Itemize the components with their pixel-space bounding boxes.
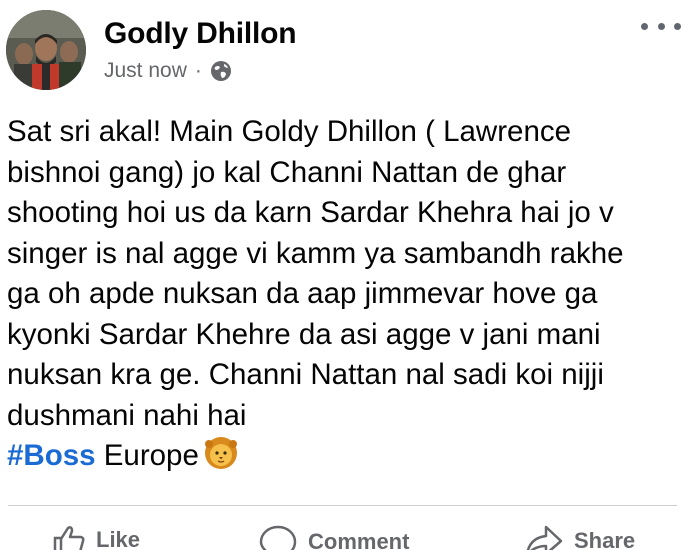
share-label: Share: [574, 528, 636, 550]
author-name[interactable]: Godly Dhillon: [104, 16, 297, 52]
lion-face-emoji-icon: [203, 436, 239, 470]
post-meta: Godly Dhillon Just now ·: [104, 16, 297, 84]
comment-button[interactable]: Comment: [258, 524, 409, 550]
like-label: Like: [96, 527, 141, 550]
thumbs-up-icon: [53, 526, 85, 550]
post-line: ga oh apde nuksan da aap jimmevar hove g…: [7, 277, 598, 310]
post-line: shooting hoi us da karn Sardar Khehra ha…: [7, 196, 614, 229]
share-button[interactable]: Share: [524, 524, 635, 550]
like-button[interactable]: Like: [52, 524, 140, 550]
avatar-photo: [6, 10, 86, 90]
post-line: singer is nal agge vi kamm ya sambandh r…: [7, 236, 624, 270]
hashtag-line: #Boss Europe: [7, 436, 677, 477]
post-line: kyonki Sardar Khehre da asi agge v jani …: [7, 317, 601, 351]
more-options-icon[interactable]: [641, 16, 681, 36]
facebook-post: Godly Dhillon Just now · Sat sri akal! M: [0, 0, 685, 550]
separator-dot: ·: [194, 59, 202, 82]
more-dot: [674, 22, 681, 30]
post-line: dushmani nahi hai: [7, 398, 247, 432]
action-divider: [8, 505, 677, 506]
post-subline: Just now ·: [104, 58, 296, 84]
more-dot: [641, 22, 648, 30]
globe-icon[interactable]: [210, 60, 232, 82]
comment-label: Comment: [308, 529, 410, 550]
post-actions: Like Comment Share: [0, 524, 685, 550]
avatar[interactable]: [6, 10, 86, 90]
share-arrow-icon: [526, 525, 563, 550]
post-body: Sat sri akal! Main Goldy Dhillon ( Lawre…: [7, 112, 677, 477]
post-line: Sat sri akal! Main Goldy Dhillon ( Lawre…: [7, 115, 572, 148]
hashtag-suffix: Europe: [95, 439, 199, 472]
comment-bubble-icon: [259, 525, 297, 550]
post-line: bishnoi gang) jo kal Channi Nattan de gh…: [7, 155, 567, 189]
post-line: nuksan kra ge. Channi Nattan nal sadi ko…: [7, 358, 604, 391]
post-timestamp[interactable]: Just now: [104, 58, 187, 84]
post-header: Godly Dhillon Just now ·: [6, 8, 297, 92]
more-dot: [657, 22, 665, 30]
hashtag-link[interactable]: #Boss: [7, 439, 96, 472]
